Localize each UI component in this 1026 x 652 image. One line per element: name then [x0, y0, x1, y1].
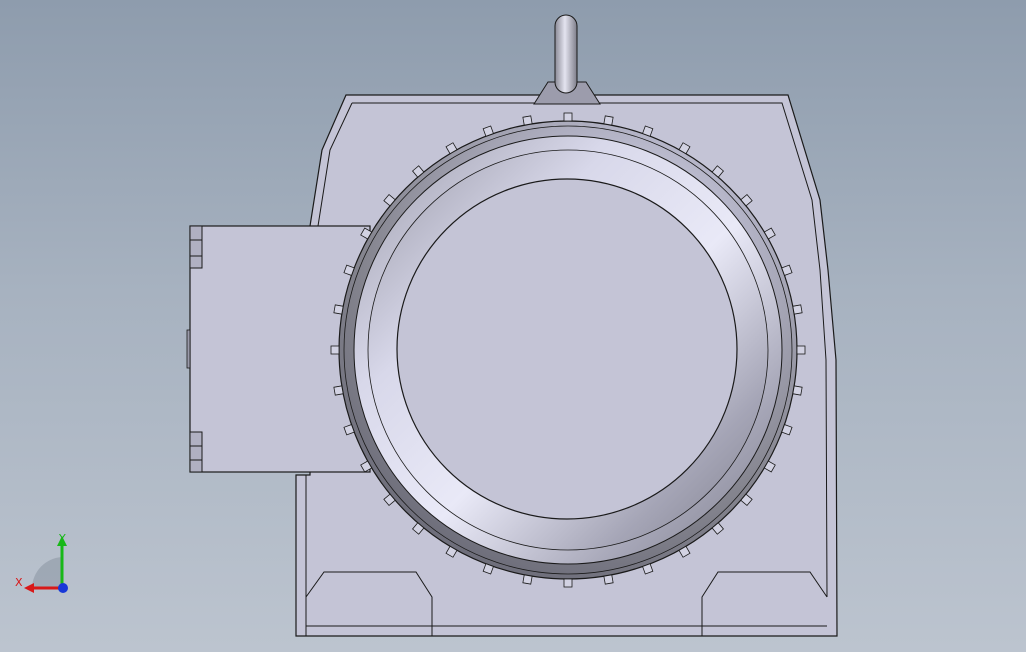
flange-bolt [603, 574, 614, 585]
z-axis-dot [58, 583, 68, 593]
y-axis-label: Y [58, 532, 66, 545]
x-axis-arrow [24, 583, 34, 593]
flange-bolt [333, 385, 344, 396]
flange-bolt [792, 385, 803, 396]
gearbox-front-view[interactable] [0, 0, 1026, 652]
cad-graphics-viewport[interactable]: Y X [0, 0, 1026, 652]
flange-bolt [330, 345, 340, 355]
flange-bolt [796, 345, 806, 355]
flange-bolt [563, 578, 573, 588]
flange-bolt [563, 112, 573, 122]
flange-bolt [603, 115, 614, 126]
bore-face [396, 178, 738, 520]
lifting-eye [554, 14, 578, 94]
x-axis-label: X [15, 576, 23, 589]
flange-bolt [792, 304, 803, 315]
coordinate-triad: Y X [15, 532, 68, 593]
flange-bolt [522, 115, 533, 126]
flange-bolt [522, 574, 533, 585]
flange-bolt [333, 304, 344, 315]
triad-plane-indicator [32, 557, 62, 588]
